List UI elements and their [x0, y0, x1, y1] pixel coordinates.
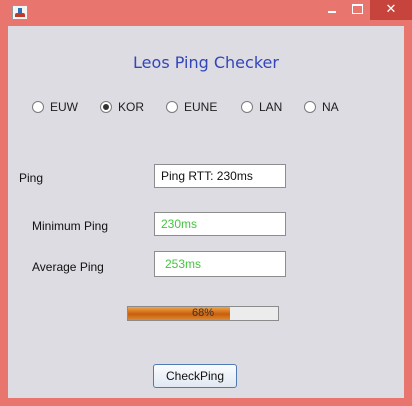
check-ping-button[interactable]: CheckPing	[153, 364, 237, 388]
radio-indicator[interactable]	[32, 101, 44, 113]
radio-label: EUNE	[184, 100, 218, 114]
radio-label: NA	[322, 100, 339, 114]
radio-indicator[interactable]	[166, 101, 178, 113]
app-heading: Leos Ping Checker	[133, 53, 279, 72]
radio-label: LAN	[259, 100, 283, 114]
radio-label: KOR	[118, 100, 145, 114]
minimum-ping-field[interactable]: 230ms	[154, 212, 286, 236]
ping-rtt-field[interactable]: Ping RTT: 230ms	[154, 164, 286, 188]
ping-label: Ping	[19, 171, 44, 185]
radio-lan[interactable]: LAN	[241, 97, 282, 117]
app-window: Leos Ping Checker EUW KOR EUNE LAN NA	[0, 0, 412, 406]
minimum-ping-label: Minimum Ping	[32, 219, 109, 233]
content-panel: Leos Ping Checker EUW KOR EUNE LAN NA Pi…	[8, 26, 404, 398]
average-ping-field[interactable]: 253ms	[154, 251, 286, 277]
radio-indicator[interactable]	[241, 101, 253, 113]
average-ping-label: Average Ping	[32, 260, 104, 274]
radio-eune[interactable]: EUNE	[166, 97, 217, 117]
radio-kor[interactable]: KOR	[100, 97, 144, 117]
radio-euw[interactable]: EUW	[32, 97, 78, 117]
radio-label: EUW	[50, 100, 78, 114]
radio-na[interactable]: NA	[304, 97, 339, 117]
radio-indicator[interactable]	[100, 101, 112, 113]
maximize-button[interactable]	[344, 0, 370, 20]
close-button[interactable]	[370, 0, 412, 20]
radio-indicator[interactable]	[304, 101, 316, 113]
title-bar[interactable]	[0, 0, 412, 26]
ping-progress-bar: 68%	[127, 306, 279, 321]
java-app-icon	[12, 5, 28, 20]
minimize-button[interactable]	[318, 0, 344, 20]
progress-text: 68%	[191, 307, 215, 319]
